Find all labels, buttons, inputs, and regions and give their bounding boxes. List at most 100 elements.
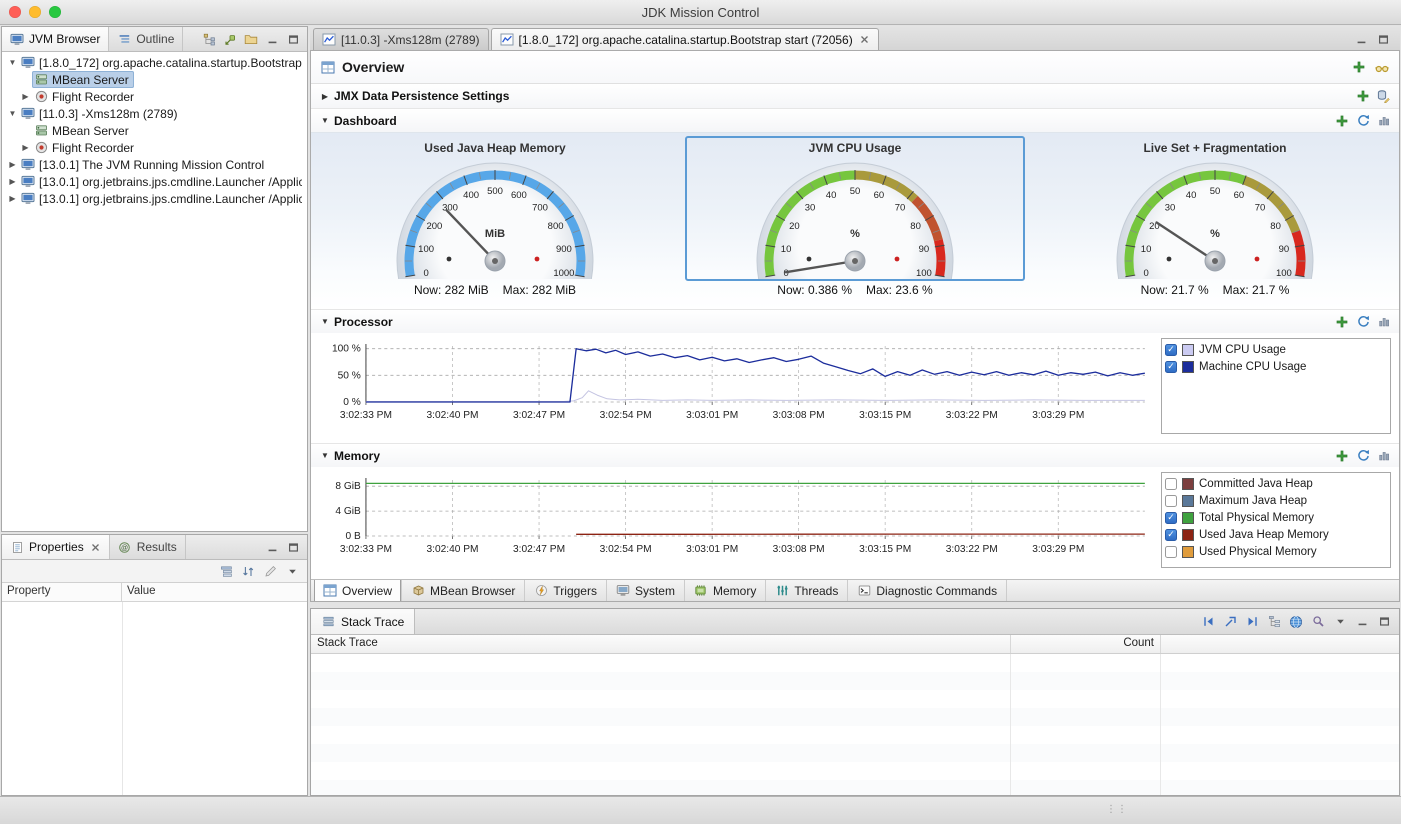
- page-tab-threads[interactable]: Threads: [766, 580, 848, 601]
- processor-section-header[interactable]: ▼ Processor: [311, 309, 1399, 333]
- zoom-window-button[interactable]: [49, 6, 61, 18]
- tree-layout-button[interactable]: [1267, 615, 1281, 629]
- open-frame-button[interactable]: [1223, 615, 1237, 629]
- column-header-value[interactable]: Value: [122, 583, 307, 601]
- categorize-button[interactable]: [219, 564, 233, 578]
- maximize-view-button[interactable]: [1377, 615, 1391, 629]
- tab-outline[interactable]: Outline: [109, 27, 183, 51]
- close-icon[interactable]: [91, 542, 101, 552]
- page-tab-memory[interactable]: Memory: [685, 580, 766, 601]
- series-checkbox[interactable]: [1165, 495, 1177, 507]
- previous-frame-button[interactable]: [1201, 615, 1215, 629]
- properties-table-body[interactable]: [2, 602, 307, 795]
- legend-item[interactable]: Used Java Heap Memory: [1165, 526, 1387, 543]
- expand-arrow-icon[interactable]: ▼: [319, 116, 331, 125]
- legend-item[interactable]: Maximum Java Heap: [1165, 492, 1387, 509]
- page-tab-mbean-browser[interactable]: MBean Browser: [402, 580, 525, 601]
- group-traces-toggle[interactable]: [1289, 615, 1303, 629]
- gauge-dial[interactable]: Live Set + Fragmentation0102030405060708…: [1045, 136, 1385, 281]
- column-header-stack-trace[interactable]: Stack Trace: [311, 635, 1011, 653]
- tree-item[interactable]: MBean Server: [2, 71, 307, 88]
- minimize-view-button[interactable]: [1354, 32, 1368, 46]
- find-button[interactable]: [1311, 615, 1325, 629]
- gauge-dial[interactable]: JVM CPU Usage0102030405060708090100%: [685, 136, 1025, 281]
- series-checkbox[interactable]: [1165, 361, 1177, 373]
- legend-item[interactable]: Committed Java Heap: [1165, 475, 1387, 492]
- reset-dials-button[interactable]: [1356, 114, 1370, 128]
- edit-value-button[interactable]: [263, 564, 277, 578]
- add-chart-button[interactable]: [1352, 60, 1366, 74]
- next-frame-button[interactable]: [1245, 615, 1259, 629]
- expand-arrow-icon[interactable]: ▼: [6, 109, 19, 118]
- collapse-arrow-icon[interactable]: ▶: [6, 194, 19, 203]
- series-checkbox[interactable]: [1165, 478, 1177, 490]
- add-attribute-button[interactable]: [1335, 449, 1349, 463]
- add-persistence-attribute-button[interactable]: [1356, 89, 1370, 103]
- close-tab-icon[interactable]: [860, 35, 870, 45]
- collapse-arrow-icon[interactable]: ▶: [6, 177, 19, 186]
- open-folder-button[interactable]: [244, 32, 258, 46]
- tree-item[interactable]: ▶[13.0.1] org.jetbrains.jps.cmdline.Laun…: [2, 173, 307, 190]
- tab-stack-trace[interactable]: Stack Trace: [311, 609, 415, 634]
- drag-handle-icon[interactable]: ⋮⋮: [1106, 804, 1128, 815]
- sort-button[interactable]: [241, 564, 255, 578]
- tree-item[interactable]: ▶Flight Recorder: [2, 88, 307, 105]
- add-attribute-button[interactable]: [1335, 315, 1349, 329]
- expand-arrow-icon[interactable]: ▼: [6, 58, 19, 67]
- tree-item[interactable]: MBean Server: [2, 122, 307, 139]
- tree-item[interactable]: ▶Flight Recorder: [2, 139, 307, 156]
- tree-item[interactable]: ▶[13.0.1] org.jetbrains.jps.cmdline.Laun…: [2, 190, 307, 207]
- jmx-persistence-section-header[interactable]: ▶ JMX Data Persistence Settings: [311, 84, 1399, 108]
- tree-item[interactable]: ▼[11.0.3] -Xms128m (2789): [2, 105, 307, 122]
- expand-arrow-icon[interactable]: ▼: [319, 451, 331, 460]
- new-connection-button[interactable]: [223, 32, 237, 46]
- legend-item[interactable]: Total Physical Memory: [1165, 509, 1387, 526]
- minimize-view-button[interactable]: [1355, 615, 1369, 629]
- minimize-view-button[interactable]: [265, 32, 279, 46]
- maximize-view-button[interactable]: [286, 32, 300, 46]
- editor-tab-xms128m[interactable]: [11.0.3] -Xms128m (2789): [313, 28, 489, 50]
- page-tab-diagnostic-commands[interactable]: Diagnostic Commands: [848, 580, 1007, 601]
- series-checkbox[interactable]: [1165, 344, 1177, 356]
- legend-item[interactable]: Used Physical Memory: [1165, 543, 1387, 560]
- view-menu-button[interactable]: [1333, 615, 1347, 629]
- tab-jvm-browser[interactable]: JVM Browser: [2, 27, 109, 51]
- show-results-button[interactable]: [1375, 60, 1389, 74]
- collapse-arrow-icon[interactable]: ▶: [19, 143, 32, 152]
- minimize-window-button[interactable]: [29, 6, 41, 18]
- edit-persistence-button[interactable]: [1377, 89, 1391, 103]
- remove-dial-button[interactable]: [1377, 114, 1391, 128]
- legend-item[interactable]: Machine CPU Usage: [1165, 358, 1387, 375]
- tree-item[interactable]: ▼[1.8.0_172] org.apache.catalina.startup…: [2, 54, 307, 71]
- memory-chart[interactable]: 3:02:33 PM3:02:40 PM3:02:47 PM3:02:54 PM…: [317, 472, 1153, 566]
- stack-trace-table-body[interactable]: [311, 654, 1399, 795]
- legend-item[interactable]: JVM CPU Usage: [1165, 341, 1387, 358]
- page-tab-overview[interactable]: Overview: [314, 580, 402, 601]
- remove-chart-button[interactable]: [1377, 315, 1391, 329]
- series-checkbox[interactable]: [1165, 546, 1177, 558]
- view-menu-button[interactable]: [285, 564, 299, 578]
- add-dial-button[interactable]: [1335, 114, 1349, 128]
- column-header-count[interactable]: Count: [1011, 635, 1161, 653]
- tab-results[interactable]: @ Results: [110, 535, 186, 559]
- maximize-view-button[interactable]: [286, 540, 300, 554]
- column-header-property[interactable]: Property: [2, 583, 122, 601]
- series-checkbox[interactable]: [1165, 512, 1177, 524]
- page-tab-system[interactable]: System: [607, 580, 685, 601]
- remove-chart-button[interactable]: [1377, 449, 1391, 463]
- processor-chart[interactable]: 3:02:33 PM3:02:40 PM3:02:47 PM3:02:54 PM…: [317, 338, 1153, 432]
- editor-tab-bootstrap[interactable]: [1.8.0_172] org.apache.catalina.startup.…: [491, 28, 879, 50]
- minimize-view-button[interactable]: [265, 540, 279, 554]
- gauge-dial[interactable]: Used Java Heap Memory0100200300400500600…: [325, 136, 665, 281]
- expand-arrow-icon[interactable]: ▼: [319, 317, 331, 326]
- collapse-arrow-icon[interactable]: ▶: [319, 92, 331, 101]
- series-checkbox[interactable]: [1165, 529, 1177, 541]
- tree-item[interactable]: ▶[13.0.1] The JVM Running Mission Contro…: [2, 156, 307, 173]
- tree-layout-button[interactable]: [202, 32, 216, 46]
- page-tab-triggers[interactable]: Triggers: [525, 580, 607, 601]
- dashboard-section-header[interactable]: ▼ Dashboard: [311, 108, 1399, 132]
- tab-properties[interactable]: Properties: [2, 535, 110, 559]
- reset-chart-button[interactable]: [1356, 315, 1370, 329]
- close-window-button[interactable]: [9, 6, 21, 18]
- maximize-view-button[interactable]: [1376, 32, 1390, 46]
